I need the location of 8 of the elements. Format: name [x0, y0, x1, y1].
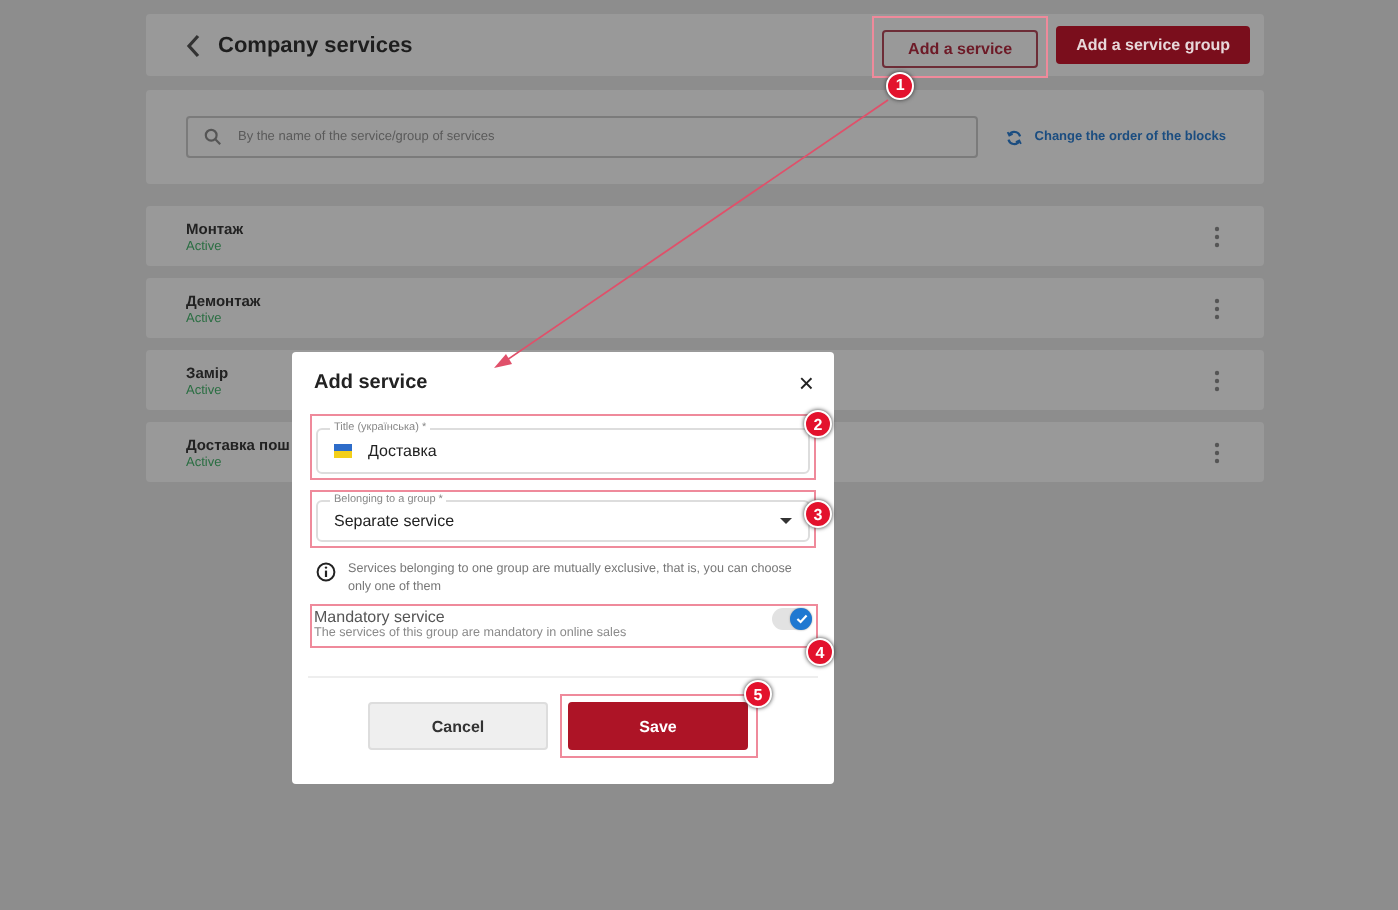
mandatory-label: Mandatory service	[314, 608, 447, 626]
step-badge: 3	[804, 500, 832, 528]
page-title: Company services	[218, 33, 413, 57]
step-badge: 1	[886, 71, 915, 99]
dialog-title: Add service	[314, 372, 428, 394]
step-badge: 5	[744, 680, 772, 708]
step-badge: 4	[806, 638, 834, 666]
step-badge: 2	[804, 410, 832, 438]
